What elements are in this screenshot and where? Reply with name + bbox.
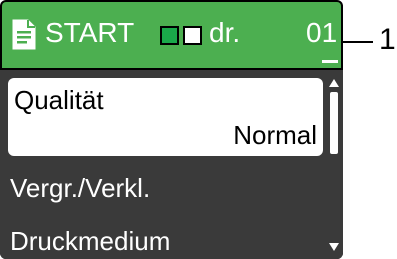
- settings-menu: Qualität Normal Vergr./Verkl. Druckmediu…: [0, 70, 343, 259]
- scrollbar[interactable]: [328, 78, 340, 251]
- menu-item-label: Qualität: [14, 85, 104, 115]
- callout-line: [343, 41, 373, 43]
- lcd-screen: START dr. 01 Qualität Normal Vergr./Verk…: [0, 0, 343, 259]
- mono-color-indicator-icon: [160, 26, 179, 45]
- status-header: START dr. 01: [2, 2, 341, 68]
- copies-count[interactable]: 01: [306, 16, 337, 50]
- start-label: START: [45, 17, 135, 48]
- callout-number: 1: [379, 23, 396, 56]
- menu-item-value: Normal: [233, 120, 317, 150]
- menu-item-enlarge-reduce[interactable]: Vergr./Verkl.: [10, 172, 150, 204]
- scroll-down-icon[interactable]: [328, 242, 340, 252]
- color-indicator-icon: [183, 26, 202, 45]
- input-cursor: [322, 60, 338, 63]
- menu-item-quality[interactable]: Qualität Normal: [8, 78, 323, 156]
- copies-unit: dr.: [209, 17, 241, 48]
- menu-item-paper-type[interactable]: Druckmedium: [10, 225, 170, 257]
- scroll-up-icon[interactable]: [328, 78, 340, 88]
- document-icon: [12, 19, 36, 50]
- scroll-thumb[interactable]: [330, 92, 338, 154]
